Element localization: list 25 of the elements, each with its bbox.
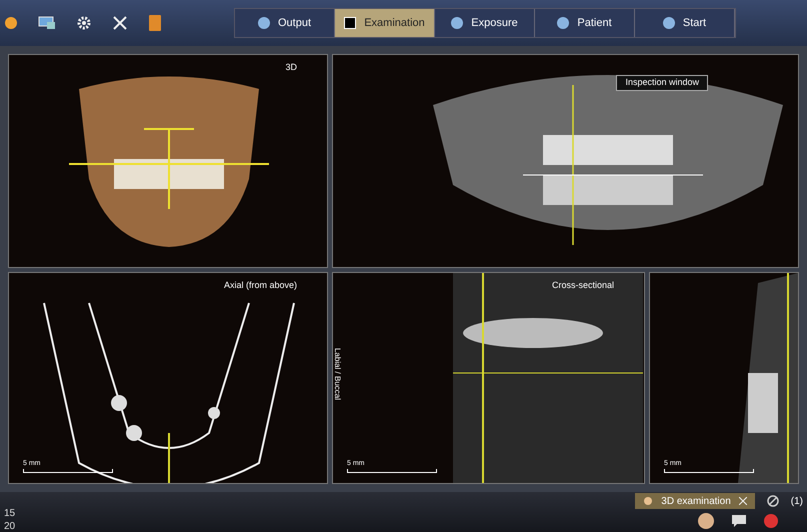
step-icon <box>662 17 675 29</box>
step-icon <box>258 17 270 29</box>
step-tab[interactable]: Examination <box>335 9 435 37</box>
step-tab[interactable]: Patient <box>535 9 635 37</box>
step-icon <box>451 17 464 29</box>
task-button[interactable]: 3D examination <box>635 493 755 509</box>
view-title: 3D <box>285 61 297 74</box>
app-icon[interactable] <box>697 512 715 530</box>
expand-icon <box>738 497 747 505</box>
count-label: (1) <box>790 494 803 508</box>
step-icon <box>557 17 570 29</box>
clock-text: 15 <box>4 508 16 520</box>
clock-text: 20 <box>4 520 16 532</box>
step-tab[interactable]: Start <box>635 9 735 37</box>
step-icon <box>344 17 356 29</box>
view-title: Axial (from above) <box>224 279 297 292</box>
step-tab[interactable]: Exposure <box>435 9 535 37</box>
monitor-icon[interactable] <box>38 16 56 30</box>
tools-icon[interactable] <box>112 15 128 31</box>
view-title: Cross-sectional <box>552 279 614 292</box>
side-label: Labial / Buccal <box>333 348 344 400</box>
blocked-icon[interactable] <box>766 495 779 507</box>
settings-icon[interactable] <box>76 15 92 31</box>
view-title: Inspection window <box>616 75 708 90</box>
chat-icon[interactable] <box>731 514 747 528</box>
